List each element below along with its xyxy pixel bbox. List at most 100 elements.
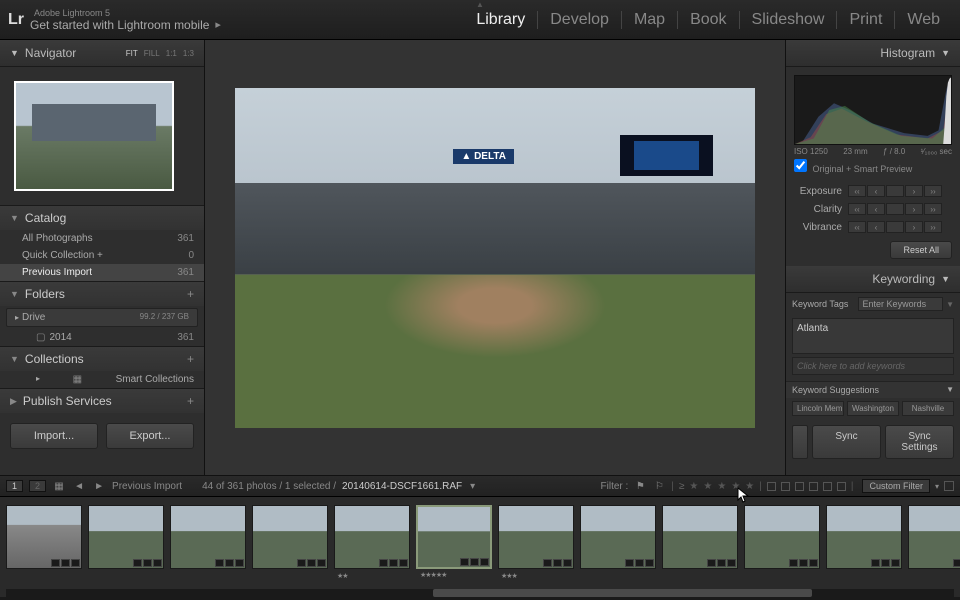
adj-step-button[interactable]: [886, 203, 904, 215]
filter-color-red[interactable]: [767, 482, 776, 491]
adj-step-button[interactable]: ‹: [867, 203, 885, 215]
keyword-box[interactable]: Atlanta: [792, 318, 954, 354]
adj-step-button[interactable]: ››: [924, 221, 942, 233]
keyword-tags-dropdown[interactable]: Enter Keywords: [858, 297, 944, 311]
sync-button[interactable]: Sync: [812, 425, 881, 459]
forward-icon[interactable]: ►: [92, 481, 106, 492]
filmstrip-thumb[interactable]: [252, 505, 328, 569]
scrollbar-thumb[interactable]: [433, 589, 812, 597]
current-file[interactable]: 20140614-DSCF1661.RAF: [342, 481, 462, 492]
publish-header[interactable]: ▶ Publish Services +: [0, 389, 204, 413]
filmstrip-thumb[interactable]: [6, 505, 82, 569]
keyword-suggestions-header[interactable]: Keyword Suggestions▼: [786, 381, 960, 398]
filter-color-none[interactable]: [837, 482, 846, 491]
nav-slideshow[interactable]: Slideshow: [740, 11, 838, 29]
back-icon[interactable]: ◄: [72, 481, 86, 492]
loupe-view[interactable]: ▲ DELTA: [205, 40, 785, 475]
keywording-header[interactable]: Keywording ▼: [786, 266, 960, 293]
filter-lock-icon[interactable]: [944, 481, 954, 491]
export-button[interactable]: Export...: [106, 423, 194, 449]
filter-color-blue[interactable]: [809, 482, 818, 491]
nav-book[interactable]: Book: [678, 11, 739, 29]
filter-star-3[interactable]: ★: [717, 481, 726, 492]
nav-map[interactable]: Map: [622, 11, 678, 29]
nav-print[interactable]: Print: [837, 11, 895, 29]
zoom-1-3[interactable]: 1:3: [183, 49, 194, 58]
adj-step-button[interactable]: ››: [924, 203, 942, 215]
keyword-suggestion[interactable]: Nashville: [902, 401, 954, 416]
filter-color-purple[interactable]: [823, 482, 832, 491]
filter-star-2[interactable]: ★: [703, 481, 712, 492]
nav-develop[interactable]: Develop: [538, 11, 622, 29]
filmstrip-thumb[interactable]: [580, 505, 656, 569]
expand-top-icon[interactable]: ▲: [476, 0, 484, 9]
catalog-row[interactable]: All Photographs361: [0, 230, 204, 247]
adj-step-button[interactable]: ‹‹: [848, 221, 866, 233]
adj-step-button[interactable]: ‹: [867, 221, 885, 233]
custom-filter-dropdown[interactable]: Custom Filter: [862, 479, 930, 493]
folder-row[interactable]: ▢2014 361: [0, 329, 204, 346]
nav-web[interactable]: Web: [895, 11, 952, 29]
filmstrip-thumb[interactable]: ★★★★★: [416, 505, 492, 569]
breadcrumb[interactable]: Previous Import: [112, 481, 182, 492]
adj-step-button[interactable]: ›: [905, 185, 923, 197]
zoom-fit[interactable]: FIT: [126, 49, 138, 58]
filter-star-1[interactable]: ★: [689, 481, 698, 492]
collections-header[interactable]: ▼ Collections +: [0, 347, 204, 371]
adj-step-button[interactable]: ›: [905, 203, 923, 215]
filter-color-yellow[interactable]: [781, 482, 790, 491]
nav-library[interactable]: Library: [464, 11, 538, 29]
adj-step-button[interactable]: [886, 221, 904, 233]
histogram[interactable]: [794, 75, 952, 145]
sync-toggle[interactable]: [792, 425, 808, 459]
histogram-header[interactable]: Histogram ▼: [786, 40, 960, 67]
keyword-suggestion[interactable]: Lincoln Mem...: [792, 401, 844, 416]
catalog-row[interactable]: Quick Collection +0: [0, 247, 204, 264]
filmstrip[interactable]: ★★★★★★★★★★: [0, 497, 960, 597]
filter-star-5[interactable]: ★: [745, 481, 754, 492]
navigator-preview[interactable]: [14, 81, 174, 191]
filmstrip-scrollbar[interactable]: [6, 589, 954, 597]
reset-all-button[interactable]: Reset All: [890, 241, 952, 259]
adj-step-button[interactable]: ‹: [867, 185, 885, 197]
filmstrip-thumb[interactable]: [662, 505, 738, 569]
filmstrip-thumb[interactable]: [744, 505, 820, 569]
flag-rejected-icon[interactable]: ⚐: [652, 481, 666, 492]
add-collection-icon[interactable]: +: [187, 352, 194, 366]
catalog-header[interactable]: ▼ Catalog: [0, 206, 204, 230]
keyword-input[interactable]: Click here to add keywords: [792, 357, 954, 375]
sync-settings-button[interactable]: Sync Settings: [885, 425, 954, 459]
adj-step-button[interactable]: ‹‹: [848, 203, 866, 215]
filter-color-green[interactable]: [795, 482, 804, 491]
zoom-fill[interactable]: FILL: [144, 49, 160, 58]
smart-collections-row[interactable]: ▸ ▦ Smart Collections: [0, 371, 204, 388]
adj-step-button[interactable]: ›: [905, 221, 923, 233]
zoom-1-1[interactable]: 1:1: [166, 49, 177, 58]
import-button[interactable]: Import...: [10, 423, 98, 449]
keyword-suggestion[interactable]: Washington: [847, 401, 899, 416]
grid-icon[interactable]: ▦: [52, 481, 66, 492]
flag-picked-icon[interactable]: ⚑: [633, 481, 647, 492]
filmstrip-thumb[interactable]: [170, 505, 246, 569]
preview-checkbox[interactable]: [794, 159, 807, 172]
filter-star-4[interactable]: ★: [731, 481, 740, 492]
adj-step-button[interactable]: ››: [924, 185, 942, 197]
adj-step-button[interactable]: ‹‹: [848, 185, 866, 197]
app-tagline[interactable]: Get started with Lightroom mobile: [30, 18, 209, 32]
filmstrip-thumb[interactable]: ★★★: [498, 505, 574, 569]
filmstrip-thumb[interactable]: ★★: [334, 505, 410, 569]
folders-header[interactable]: ▼ Folders +: [0, 282, 204, 306]
file-dropdown-icon[interactable]: ▾: [470, 481, 475, 492]
filmstrip-thumb[interactable]: [88, 505, 164, 569]
add-publish-icon[interactable]: +: [187, 394, 194, 408]
catalog-row[interactable]: Previous Import361: [0, 264, 204, 281]
filmstrip-thumb[interactable]: [908, 505, 960, 569]
adj-step-button[interactable]: [886, 185, 904, 197]
drive-row[interactable]: ▸Drive 99.2 / 237 GB: [6, 308, 198, 327]
add-folder-icon[interactable]: +: [187, 287, 194, 301]
navigator-header[interactable]: ▼ Navigator FITFILL1:11:3: [0, 40, 204, 67]
monitor-2[interactable]: 2: [29, 480, 46, 492]
filmstrip-thumb[interactable]: [826, 505, 902, 569]
preview-type[interactable]: Original + Smart Preview: [794, 159, 952, 174]
monitor-1[interactable]: 1: [6, 480, 23, 492]
